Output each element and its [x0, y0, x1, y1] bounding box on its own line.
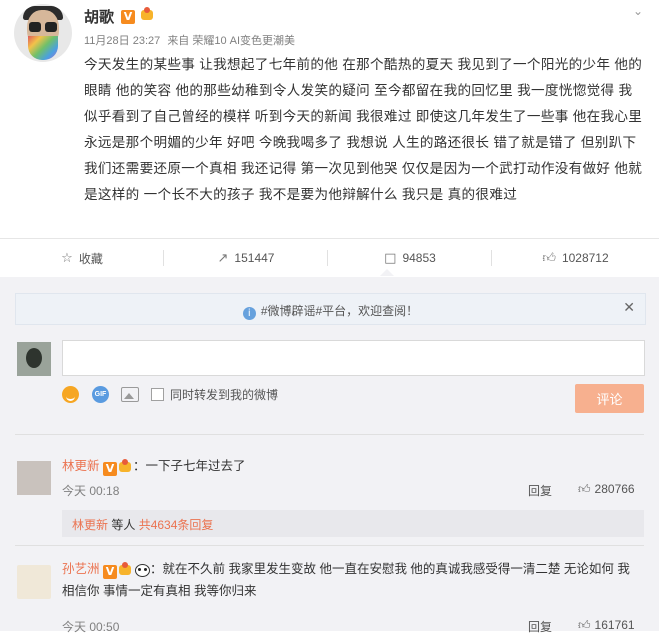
current-user-avatar[interactable]: [17, 342, 51, 376]
post-source[interactable]: 荣耀10 AI变色更潮美: [192, 35, 295, 47]
close-icon[interactable]: ✕: [623, 300, 635, 316]
poster-username[interactable]: 胡歌: [84, 6, 114, 27]
comment-text: ：一下子七年过去了: [133, 459, 246, 473]
favorite-button[interactable]: ☆ 收藏: [0, 239, 164, 277]
thumbs-up-icon: 👍︎: [542, 250, 556, 266]
comment-button[interactable]: □ 94853: [328, 239, 492, 277]
notice-text[interactable]: #微博辟谣#平台，欢迎查阅！: [261, 304, 418, 318]
panda-icon: [135, 564, 150, 577]
post-meta: 11月28日 23:27 来自 荣耀10 AI变色更潮美: [84, 32, 299, 48]
image-icon[interactable]: [121, 386, 139, 402]
repost-count: 151447: [234, 251, 275, 265]
avatar-glasses-left: [29, 22, 41, 32]
notice-content: i #微博辟谣#平台，欢迎查阅！: [16, 302, 645, 320]
post-source-prefix: 来自: [167, 35, 190, 47]
vip-crown-icon: [117, 459, 133, 473]
verified-v-icon: V: [121, 10, 135, 24]
also-repost-checkbox[interactable]: [151, 387, 164, 401]
poster-avatar[interactable]: [14, 4, 72, 62]
divider: [15, 545, 644, 546]
verified-v-icon: V: [103, 565, 117, 579]
favorite-label: 收藏: [78, 251, 103, 266]
sub-reply-count-link[interactable]: 共4634条回复: [139, 518, 214, 532]
weibo-post: 胡歌 V ⌄ 11月28日 23:27 来自 荣耀10 AI变色更潮美 今天发生…: [0, 0, 659, 238]
post-content: 今天发生的某些事 让我想起了七年前的他 在那个酷热的夏天 我见到了一个阳光的少年…: [84, 57, 643, 202]
star-icon: ☆: [61, 250, 73, 266]
composer-toolbar: GIF 同时转发到我的微博: [62, 383, 278, 405]
commenter-name[interactable]: 林更新: [62, 459, 100, 473]
submit-comment-button[interactable]: 评论: [575, 384, 644, 413]
like-button[interactable]: 👍︎ 1028712: [492, 239, 659, 277]
repost-icon: ↗: [217, 250, 229, 266]
poster-badges: V: [121, 7, 155, 25]
emoji-icon[interactable]: [62, 385, 79, 403]
vip-crown-icon: [117, 562, 133, 576]
comment-body: 孙艺洲 V ：就在不久前 我家里发生变故 他一直在安慰我 他的真诚我感受得一清二楚…: [62, 559, 642, 601]
commenter-avatar[interactable]: [17, 461, 51, 495]
comment-panel-caret: [380, 269, 394, 276]
also-repost-label[interactable]: 同时转发到我的微博: [170, 386, 278, 403]
sub-reply-author[interactable]: 林更新: [72, 518, 108, 532]
commenter-avatar[interactable]: [17, 565, 51, 599]
comment-input[interactable]: [62, 340, 645, 376]
avatar-beard: [28, 36, 58, 60]
gif-icon[interactable]: GIF: [92, 385, 109, 403]
reply-button[interactable]: 回复: [528, 482, 552, 499]
reply-button[interactable]: 回复: [528, 618, 552, 635]
avatar-glasses-right: [45, 22, 57, 32]
post-date[interactable]: 11月28日 23:27: [84, 35, 160, 47]
commenter-badges: V: [103, 458, 133, 478]
commenter-name[interactable]: 孙艺洲: [62, 562, 100, 576]
thumbs-up-icon: 👍︎: [578, 482, 591, 496]
vip-crown-icon: [139, 7, 155, 21]
verified-v-icon: V: [103, 462, 117, 476]
like-count: 1028712: [561, 251, 609, 265]
comment-time: 今天 00:50: [62, 620, 120, 634]
comment-like-button[interactable]: 👍︎ 280766: [578, 482, 635, 497]
comment-count: 94853: [402, 251, 436, 265]
comment-like-count: 161761: [594, 618, 635, 632]
post-action-bar: ☆ 收藏 ↗ 151447 □ 94853 👍︎ 1028712: [0, 238, 659, 278]
comment-section: i #微博辟谣#平台，欢迎查阅！ ✕ GIF 同时转发到我的微博 评论 林更新 V…: [0, 277, 659, 634]
commenter-badges: V: [103, 561, 150, 581]
repost-button[interactable]: ↗ 151447: [164, 239, 328, 277]
info-icon: i: [242, 307, 256, 320]
rumor-notice-bar: i #微博辟谣#平台，欢迎查阅！ ✕: [15, 293, 646, 325]
comment-icon: □: [384, 250, 397, 266]
sub-reply-connector: 等人: [108, 518, 139, 532]
thumbs-up-icon: 👍︎: [578, 618, 591, 632]
comment-time: 今天 00:18: [62, 484, 120, 498]
sub-replies-text: 林更新 等人 共4634条回复: [72, 516, 213, 533]
comment-body: 林更新 V ：一下子七年过去了: [62, 456, 642, 478]
comment-like-count: 280766: [594, 482, 635, 496]
sub-replies-summary[interactable]: 林更新 等人 共4634条回复: [62, 510, 644, 537]
post-menu-chevron-icon[interactable]: ⌄: [633, 4, 643, 18]
divider: [15, 434, 644, 435]
